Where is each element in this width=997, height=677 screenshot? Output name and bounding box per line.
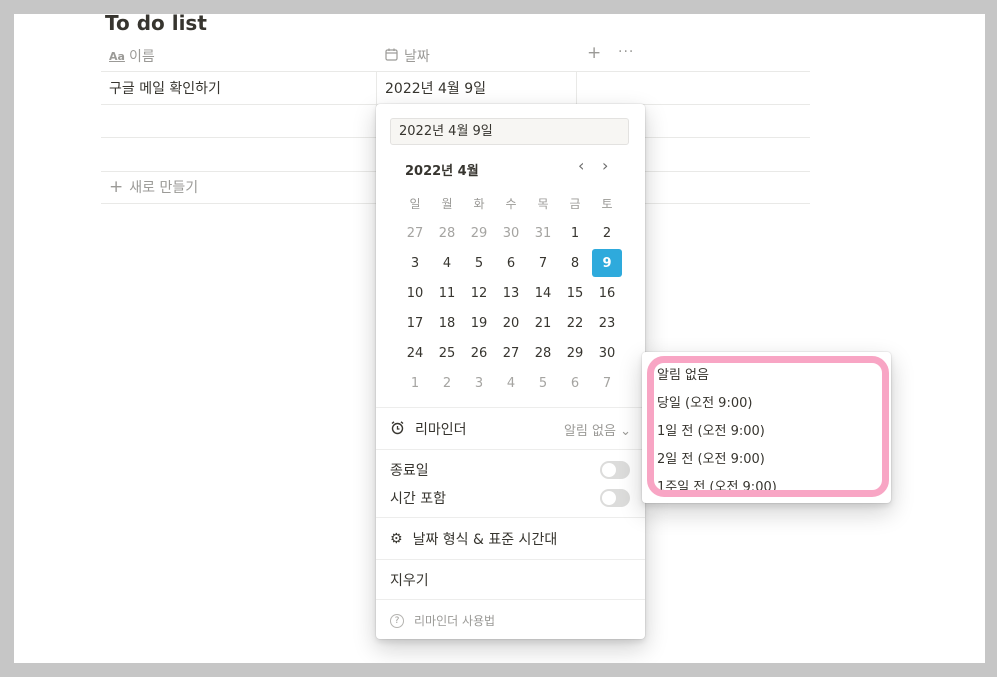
calendar-day[interactable]: 29 [463,218,495,248]
calendar-day[interactable]: 27 [399,218,431,248]
calendar-day[interactable]: 4 [431,248,463,278]
clear-button[interactable]: 지우기 [390,570,429,590]
reminder-option[interactable]: 당일 (오전 9:00) [657,392,752,411]
calendar-day[interactable]: 5 [527,368,559,398]
row-date-cell[interactable]: 2022년 4월 9일 [385,78,486,98]
weekday-label: 일 [409,196,421,211]
end-date-label: 종료일 [390,463,429,479]
calendar-day[interactable]: 17 [399,308,431,338]
reminder-value: 알림 없음 [563,424,616,439]
end-date-row: 종료일 [390,460,429,480]
include-time-label: 시간 포함 [390,491,446,507]
date-format-row[interactable]: ⚙ 날짜 형식 & 표준 시간대 [390,529,557,549]
calendar-day[interactable]: 26 [463,338,495,368]
include-time-toggle[interactable] [600,489,630,507]
calendar-day[interactable]: 16 [591,278,623,308]
selected-day-label: 9 [592,249,622,277]
page-title: To do list [105,14,207,35]
calendar-day[interactable]: 21 [527,308,559,338]
gear-icon: ⚙ [390,531,403,547]
calendar-day[interactable]: 23 [591,308,623,338]
next-month-icon[interactable]: › [602,156,608,175]
reminder-dropdown: 알림 없음 당일 (오전 9:00) 1일 전 (오전 9:00) 2일 전 (… [642,352,891,503]
column-header-date[interactable]: 날짜 [385,44,430,68]
calendar-day[interactable]: 3 [463,368,495,398]
weekday-label: 토 [601,196,613,211]
calendar-day[interactable]: 8 [559,248,591,278]
reminder-option[interactable]: 1일 전 (오전 9:00) [657,420,765,439]
calendar-day[interactable]: 30 [495,218,527,248]
calendar-day[interactable]: 14 [527,278,559,308]
reminder-row[interactable]: 리마인더 [390,419,467,439]
calendar-day[interactable]: 25 [431,338,463,368]
calendar-day[interactable]: 20 [495,308,527,338]
calendar-grid: 일 월 화 수 목 금 토 27 28 29 30 31 1 2 3 4 5 6… [399,188,623,398]
reminder-option[interactable]: 2일 전 (오전 9:00) [657,448,765,467]
calendar-day[interactable]: 24 [399,338,431,368]
month-label: 2022년 4월 [405,164,479,179]
weekday-label: 수 [505,196,517,211]
chevron-down-icon: ⌄ [620,424,631,439]
calendar-day[interactable]: 15 [559,278,591,308]
calendar-day[interactable]: 10 [399,278,431,308]
help-icon: ? [390,613,404,628]
help-label: 리마인더 사용법 [414,614,496,628]
calendar-day[interactable]: 6 [559,368,591,398]
calendar-day[interactable]: 12 [463,278,495,308]
date-input[interactable]: 2022년 4월 9일 [390,118,629,145]
column-header-name[interactable]: Aa 이름 [109,44,155,68]
calendar-day-selected[interactable]: 9 [591,248,623,278]
calendar-day[interactable]: 3 [399,248,431,278]
calendar-day[interactable]: 28 [527,338,559,368]
calendar-day[interactable]: 28 [431,218,463,248]
calendar-day[interactable]: 18 [431,308,463,338]
calendar-day[interactable]: 22 [559,308,591,338]
row-name-cell[interactable]: 구글 메일 확인하기 [109,78,221,98]
plus-icon: + [109,177,124,197]
prev-month-icon[interactable]: ‹ [578,156,584,175]
column-header-date-label: 날짜 [404,49,430,65]
calendar-day[interactable]: 4 [495,368,527,398]
calendar-day[interactable]: 2 [591,218,623,248]
clear-label: 지우기 [390,573,429,589]
reminder-option[interactable]: 알림 없음 [657,364,709,383]
calendar-day[interactable]: 2 [431,368,463,398]
reminder-help-link[interactable]: ? 리마인더 사용법 [390,612,495,629]
page-canvas: To do list Aa 이름 날짜 + ··· 구글 메일 확인하기 202… [14,14,985,663]
calendar-day[interactable]: 7 [591,368,623,398]
calendar-day[interactable]: 30 [591,338,623,368]
calendar-day[interactable]: 7 [527,248,559,278]
new-row-button[interactable]: + 새로 만들기 [109,177,198,197]
weekday-label: 금 [569,196,581,211]
alarm-clock-icon [390,420,405,439]
add-column-button[interactable]: + [587,43,601,63]
calendar-day[interactable]: 11 [431,278,463,308]
calendar-icon [385,48,398,64]
reminder-option[interactable]: 1주일 전 (오전 9:00) [657,476,777,495]
date-picker-popup: 2022년 4월 9일 2022년 4월 ‹ › 일 월 화 수 목 금 토 2… [376,104,645,639]
calendar-day[interactable]: 1 [559,218,591,248]
calendar-day[interactable]: 27 [495,338,527,368]
text-type-icon: Aa [109,49,125,63]
calendar-day[interactable]: 6 [495,248,527,278]
reminder-label: 리마인더 [415,422,467,438]
new-row-label: 새로 만들기 [129,180,199,196]
include-time-row: 시간 포함 [390,488,446,508]
calendar-day[interactable]: 1 [399,368,431,398]
more-options-icon[interactable]: ··· [618,44,634,60]
end-date-toggle[interactable] [600,461,630,479]
calendar-day[interactable]: 19 [463,308,495,338]
column-header-name-label: 이름 [128,49,155,65]
reminder-select[interactable]: 알림 없음 ⌄ [564,420,631,439]
date-format-label: 날짜 형식 & 표준 시간대 [412,532,558,548]
calendar-day[interactable]: 31 [527,218,559,248]
weekday-label: 월 [441,196,453,211]
calendar-day[interactable]: 13 [495,278,527,308]
weekday-label: 화 [473,196,485,211]
weekday-label: 목 [537,196,549,211]
calendar-day[interactable]: 29 [559,338,591,368]
calendar-day[interactable]: 5 [463,248,495,278]
